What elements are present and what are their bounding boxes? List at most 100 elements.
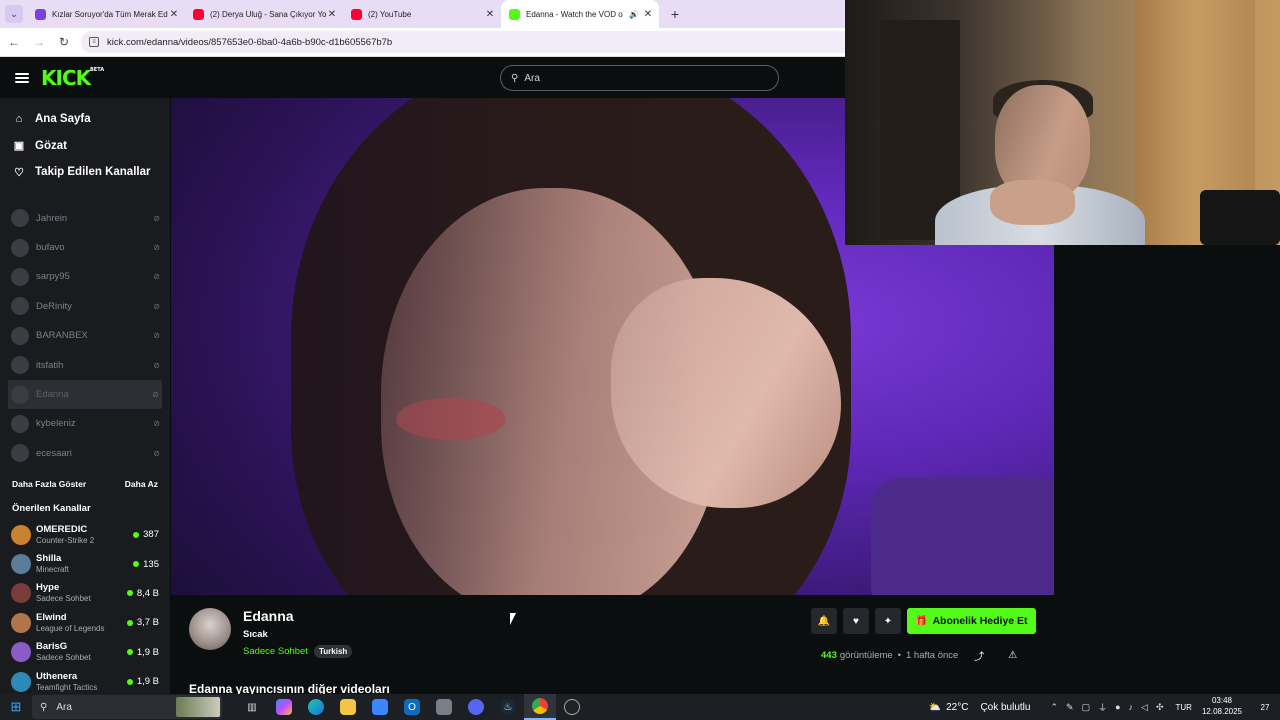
follow-button[interactable]: ♥ bbox=[843, 608, 869, 634]
url-field[interactable]: ≡ kick.com/edanna/videos/857653e0-6ba0-4… bbox=[81, 31, 901, 53]
viewer-count: 1,9 B bbox=[126, 646, 159, 658]
sidebar-item-browse[interactable]: ▣ Gözat bbox=[0, 133, 170, 160]
volume-icon[interactable]: ♪ bbox=[1129, 702, 1134, 712]
browser-tab[interactable]: Kızlar Soruyor'da Tüm Merak Ed ✕ bbox=[27, 0, 185, 28]
new-tab-icon[interactable]: + bbox=[665, 6, 685, 22]
microphone-icon[interactable]: ● bbox=[1115, 702, 1120, 712]
outlook-icon[interactable]: O bbox=[396, 694, 428, 720]
channel-category: Sadece Sohbet bbox=[36, 594, 91, 604]
followed-channel-item[interactable]: kybeleniz ⊘ bbox=[0, 409, 170, 438]
notification-bell-button[interactable]: 🔔 bbox=[811, 608, 837, 634]
sidebar-item-following[interactable]: ♡ Takip Edilen Kanallar bbox=[0, 159, 170, 186]
viewer-count: 387 bbox=[133, 529, 159, 540]
share-icon[interactable]: ⤴ bbox=[974, 648, 984, 663]
recommended-channel-item[interactable]: Uthenera Teamfight Tactics 1,9 B bbox=[0, 667, 170, 694]
close-tab-icon[interactable]: ✕ bbox=[485, 9, 495, 20]
home-icon: ⌂ bbox=[15, 113, 23, 126]
windows-start-icon[interactable]: ⊞ bbox=[0, 699, 32, 715]
channel-name[interactable]: Edanna bbox=[243, 608, 352, 624]
show-less-link[interactable]: Daha Az bbox=[125, 479, 158, 489]
copilot-icon[interactable] bbox=[268, 694, 300, 720]
channel-category: Teamfight Tactics bbox=[36, 682, 98, 692]
recommended-channel-item[interactable]: OMEREDIC Counter-Strike 2 387 bbox=[0, 520, 170, 549]
taskbar-search[interactable]: ⚲ Ara bbox=[32, 695, 222, 719]
forward-icon[interactable]: → bbox=[28, 35, 50, 49]
discord-icon[interactable] bbox=[460, 694, 492, 720]
app-tray-icon[interactable]: ▢ bbox=[1082, 702, 1091, 713]
store-icon[interactable] bbox=[364, 694, 396, 720]
offline-icon: ⊘ bbox=[153, 213, 160, 223]
avatar bbox=[11, 554, 31, 575]
close-tab-icon[interactable]: ✕ bbox=[327, 9, 337, 20]
input-language[interactable]: TUR bbox=[1176, 703, 1192, 712]
close-tab-icon[interactable]: ✕ bbox=[643, 9, 653, 20]
site-info-icon[interactable]: ≡ bbox=[89, 37, 99, 47]
recommended-channel-item[interactable]: Elwind League of Legends 3,7 B bbox=[0, 608, 170, 637]
show-more-link[interactable]: Daha Fazla Göster bbox=[12, 479, 86, 489]
avatar bbox=[11, 297, 29, 316]
back-icon[interactable]: ← bbox=[3, 35, 25, 49]
steam-icon[interactable]: ♨ bbox=[492, 694, 524, 720]
browser-tab[interactable]: (2) YouTube ✕ bbox=[343, 0, 501, 28]
followed-channel-item[interactable]: sarpy95 ⊘ bbox=[0, 262, 170, 291]
recommended-channel-item[interactable]: Shilla Minecraft 135 bbox=[0, 549, 170, 578]
tab-list-dropdown-icon[interactable]: ⌄ bbox=[5, 5, 23, 23]
usb-icon[interactable]: ⏚ bbox=[1098, 701, 1107, 714]
reload-icon[interactable]: ↻ bbox=[53, 35, 75, 49]
task-view-icon[interactable]: ▥ bbox=[236, 694, 268, 720]
video-age: 1 hafta önce bbox=[906, 650, 959, 661]
category-link[interactable]: Sadece Sohbet bbox=[243, 646, 308, 657]
channel-name: BarisG bbox=[36, 641, 68, 653]
recommended-channel-item[interactable]: Hype Sadece Sohbet 8,4 B bbox=[0, 579, 170, 608]
menu-icon[interactable] bbox=[15, 73, 29, 83]
speaker-icon[interactable]: 🔊 bbox=[629, 10, 639, 19]
clock[interactable]: 03:48 12.08.2025 bbox=[1202, 696, 1242, 718]
obs-icon[interactable] bbox=[556, 694, 588, 720]
followed-toggle-row: Daha Fazla Göster Daha Az bbox=[0, 472, 170, 496]
file-explorer-icon[interactable] bbox=[332, 694, 364, 720]
network-icon[interactable]: ✣ bbox=[1156, 702, 1164, 713]
gift-subscription-button[interactable]: 🎁 Abonelik Hediye Et bbox=[907, 608, 1036, 634]
weather-desc: Çok bulutlu bbox=[980, 701, 1031, 713]
followed-channel-item-selected[interactable]: Edanna ⊘ bbox=[8, 379, 162, 410]
sidebar: ⌂ Ana Sayfa ▣ Gözat ♡ Takip Edilen Kanal… bbox=[0, 98, 170, 694]
search-input[interactable]: ⚲ Ara bbox=[500, 65, 779, 91]
followed-channel-item[interactable]: itsfatih ⊘ bbox=[0, 350, 170, 379]
channel-category: Sadece Sohbet bbox=[36, 653, 91, 663]
followed-channel-item[interactable]: ecesaari ⊘ bbox=[0, 439, 170, 468]
followed-channel-item[interactable]: bufavo ⊘ bbox=[0, 233, 170, 262]
webcam-overlay bbox=[845, 0, 1280, 245]
notification-center-icon[interactable]: 27 bbox=[1254, 703, 1276, 712]
followed-channel-item[interactable]: Jahrein ⊘ bbox=[0, 204, 170, 233]
browser-tab-active[interactable]: Edanna - Watch the VOD o 🔊 ✕ bbox=[501, 0, 659, 28]
channel-avatar[interactable] bbox=[189, 608, 231, 650]
offline-icon: ⊘ bbox=[153, 301, 160, 311]
sidebar-item-home[interactable]: ⌂ Ana Sayfa bbox=[0, 106, 170, 133]
recommended-channel-item[interactable]: BarisG Sadece Sohbet 1,9 B bbox=[0, 638, 170, 667]
weather-widget[interactable]: ⛅ 22°C Çok bulutlu bbox=[929, 702, 1031, 713]
followed-channel-item[interactable]: BARANBEX ⊘ bbox=[0, 321, 170, 350]
avatar bbox=[11, 414, 29, 433]
report-icon[interactable]: ⚠ bbox=[1008, 650, 1017, 661]
kick-logo[interactable]: KICK BETA bbox=[41, 66, 104, 90]
sparkle-button[interactable]: ✦ bbox=[875, 608, 901, 634]
tab-title: (2) YouTube bbox=[368, 9, 412, 19]
close-tab-icon[interactable]: ✕ bbox=[169, 9, 179, 20]
chevron-up-icon[interactable]: ⌃ bbox=[1050, 702, 1058, 713]
browser-tab[interactable]: (2) Derya Uluğ - Sana Çıkıyor Yo ✕ bbox=[185, 0, 343, 28]
edge-icon[interactable] bbox=[300, 694, 332, 720]
followed-channel-item[interactable]: DeRinity ⊘ bbox=[0, 292, 170, 321]
taskbar-apps: ▥ O ♨ bbox=[236, 694, 588, 720]
pen-icon[interactable]: ✎ bbox=[1066, 702, 1074, 713]
app-icon[interactable] bbox=[428, 694, 460, 720]
speaker-icon[interactable]: ◁ bbox=[1141, 702, 1148, 713]
gift-label: Abonelik Hediye Et bbox=[932, 615, 1028, 627]
heart-icon: ♥ bbox=[853, 615, 859, 627]
offline-icon: ⊘ bbox=[153, 243, 160, 253]
offline-icon: ⊘ bbox=[152, 390, 159, 400]
nav-label: Gözat bbox=[35, 139, 67, 152]
offline-icon: ⊘ bbox=[153, 419, 160, 429]
language-badge[interactable]: Turkish bbox=[313, 645, 353, 658]
viewer-count-text: 1,9 B bbox=[136, 646, 159, 658]
chrome-icon[interactable] bbox=[524, 694, 556, 720]
